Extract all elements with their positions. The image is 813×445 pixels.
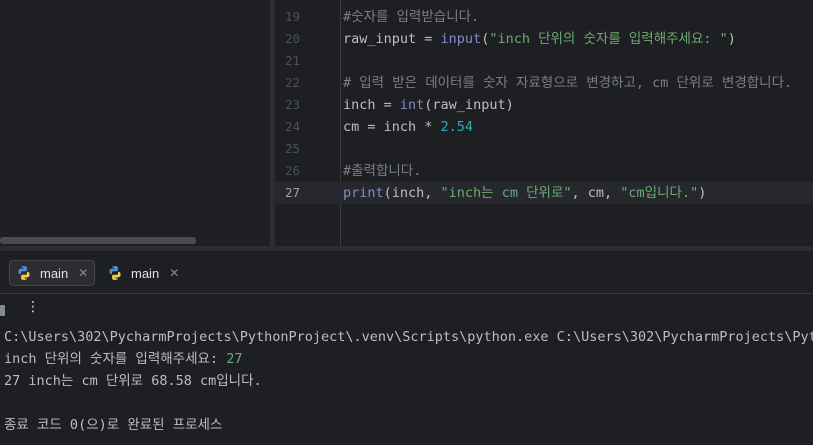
line-number: 26 [285, 163, 301, 178]
code-token: , cm, [571, 185, 621, 201]
code-token: # 입력 받은 데이터를 숫자 자료형으로 변경하고, cm 단위로 변경합니다… [343, 75, 793, 91]
code-line[interactable]: 22 # 입력 받은 데이터를 숫자 자료형으로 변경하고, cm 단위로 변경합… [275, 72, 813, 94]
code-token: input [440, 31, 482, 47]
code-token: ) [727, 31, 736, 47]
close-icon[interactable]: ✕ [78, 266, 88, 280]
console-prompt: inch 단위의 숫자를 입력해주세요: [4, 351, 227, 367]
code-token: #출력합니다. [343, 163, 422, 179]
horizontal-scrollbar[interactable] [0, 237, 196, 244]
console-result-line: 27 inch는 cm 단위로 68.58 cm입니다. [4, 373, 262, 389]
line-number: 23 [285, 97, 301, 112]
code-token: 2.54 [440, 119, 474, 135]
tab-label: main [40, 265, 69, 281]
console-output[interactable]: C:\Users\302\PycharmProjects\PythonProje… [0, 326, 813, 445]
code-editor[interactable]: 19 #숫자를 입력받습니다. 20 raw_input = input("inch … [275, 0, 813, 246]
code-line[interactable]: 24 cm = inch * 2.54 [275, 116, 813, 138]
line-number: 25 [285, 141, 301, 156]
code-text: # 입력 받은 데이터를 숫자 자료형으로 변경하고, cm 단위로 변경합니다… [343, 72, 792, 94]
code-text: #출력합니다. [343, 160, 421, 182]
code-line[interactable]: 25 [275, 138, 813, 160]
code-token: "inch 단위의 숫자를 입력해주세요: " [489, 31, 728, 47]
code-token: print [343, 185, 384, 201]
code-line[interactable]: 19 #숫자를 입력받습니다. [275, 6, 813, 28]
console-user-input: 27 [226, 351, 243, 367]
run-tab-main-2[interactable]: main ✕ [101, 260, 185, 286]
line-number: 19 [285, 9, 301, 24]
line-number: 27 [285, 185, 301, 200]
code-line[interactable]: 27 print(inch, "inch는 cm 단위로", cm, "cm입니다… [275, 182, 813, 204]
code-line[interactable]: 21 [275, 50, 813, 72]
code-token: #숫자를 입력받습니다. [343, 9, 480, 25]
run-tab-main-1[interactable]: main ✕ [9, 260, 96, 286]
console-command-line: C:\Users\302\PycharmProjects\PythonProje… [4, 329, 813, 345]
line-number: 21 [285, 53, 301, 68]
line-number: 24 [285, 119, 301, 134]
close-icon[interactable]: ✕ [169, 266, 179, 280]
code-line[interactable]: 23 inch = int(raw_input) [275, 94, 813, 116]
more-options-icon[interactable]: ⋮ [26, 299, 40, 315]
code-token: (raw_input) [424, 97, 514, 113]
code-token: ) [698, 185, 707, 201]
tab-label: main [131, 265, 160, 281]
code-text: print(inch, "inch는 cm 단위로", cm, "cm입니다."… [343, 182, 706, 204]
code-token: int [399, 97, 425, 113]
console-exit-line: 종료 코드 0(으)로 완료된 프로세스 [4, 417, 223, 433]
stop-icon[interactable] [0, 305, 5, 316]
code-text: raw_input = input("inch 단위의 숫자를 입력해주세요: … [343, 28, 736, 50]
code-token: (inch, [383, 185, 441, 201]
line-number: 22 [285, 75, 301, 90]
project-pane [0, 0, 270, 246]
code-token: inch = [343, 97, 400, 113]
code-token: cm = inch * [343, 119, 441, 135]
console-prompt-line: inch 단위의 숫자를 입력해주세요: 27 [4, 348, 242, 370]
code-text: #숫자를 입력받습니다. [343, 6, 479, 28]
run-panel: main ✕ main ✕ ⋮ C:\Users\302\PycharmProj… [0, 251, 813, 445]
code-line[interactable]: 20 raw_input = input("inch 단위의 숫자를 입력해주세요… [275, 28, 813, 50]
code-token: "inch는 cm 단위로" [440, 185, 572, 201]
code-text: inch = int(raw_input) [343, 94, 514, 116]
code-token: "cm입니다." [620, 185, 699, 201]
line-number: 20 [285, 31, 301, 46]
code-token: raw_input = [343, 31, 441, 47]
python-icon [18, 266, 30, 280]
ide-window: 19 #숫자를 입력받습니다. 20 raw_input = input("inch … [0, 0, 813, 445]
run-tab-bar: main ✕ main ✕ [0, 251, 813, 294]
python-icon [109, 266, 121, 280]
run-toolbar: ⋮ [0, 294, 813, 324]
code-text: cm = inch * 2.54 [343, 116, 473, 138]
code-line[interactable]: 26 #출력합니다. [275, 160, 813, 182]
